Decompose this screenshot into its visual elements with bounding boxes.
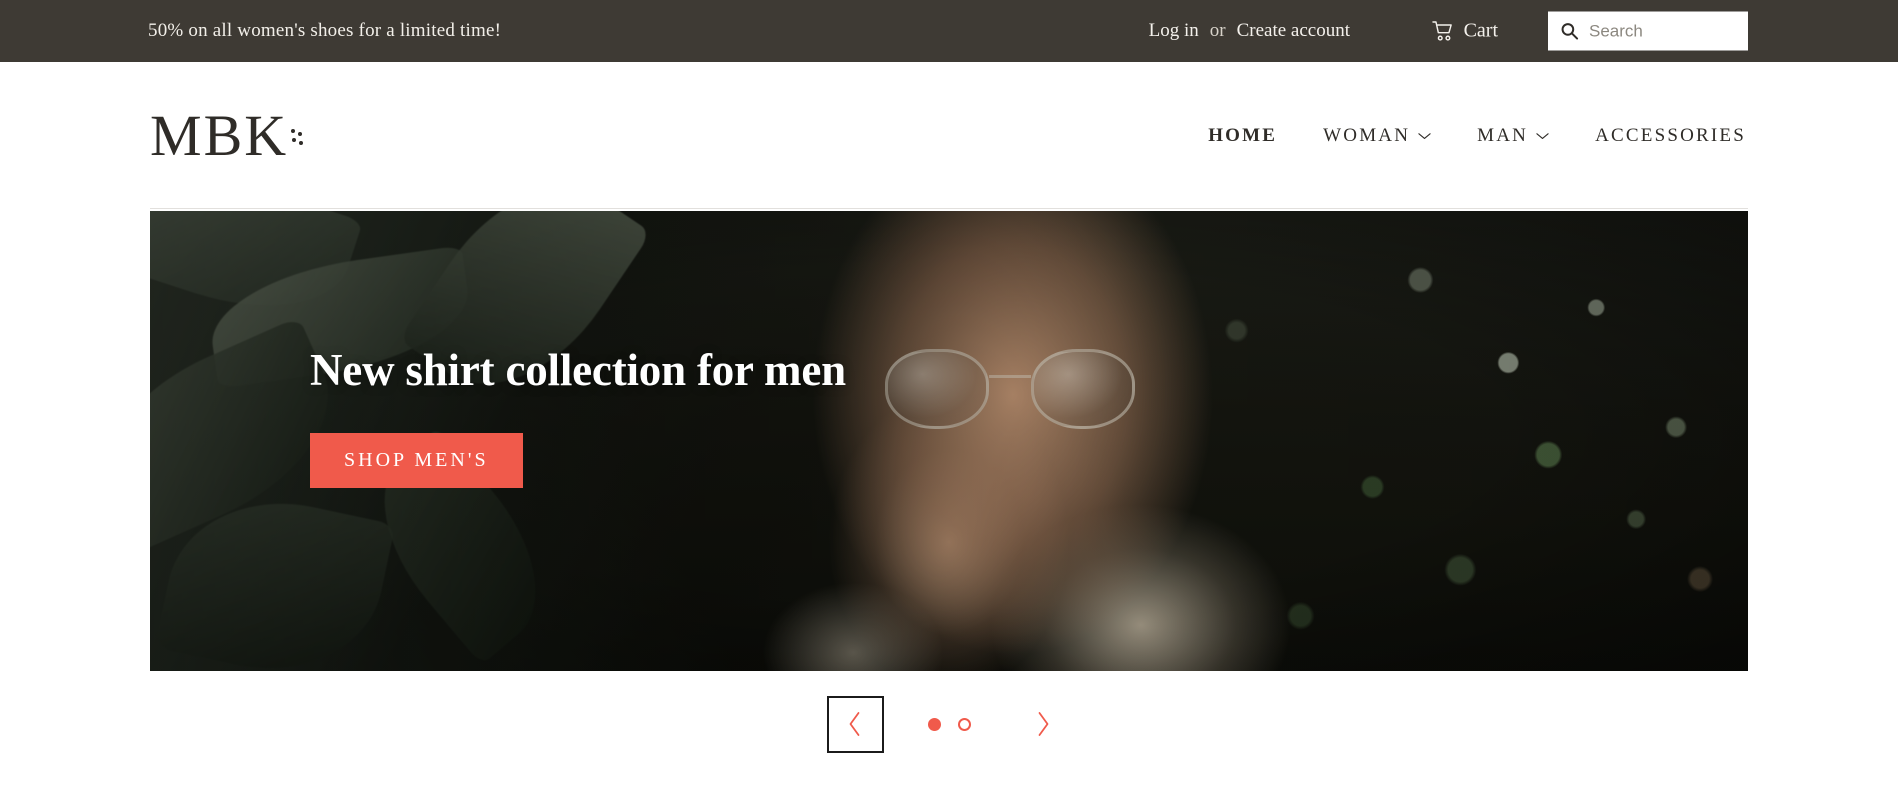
search-input[interactable]: [1589, 11, 1736, 51]
announcement-text: 50% on all women's shoes for a limited t…: [148, 20, 502, 41]
nav-item-label: ACCESSORIES: [1595, 124, 1746, 146]
carousel-prev-button[interactable]: [826, 695, 884, 753]
nav-item-label: HOME: [1208, 124, 1278, 146]
cart-label: Cart: [1463, 19, 1498, 42]
nav-item-label: WOMAN: [1323, 124, 1411, 146]
logo-text: MBK: [150, 102, 289, 168]
chevron-right-icon: [1035, 711, 1051, 737]
shopping-cart-icon: [1431, 21, 1455, 42]
login-link[interactable]: Log in: [1149, 20, 1199, 42]
hero-section: New shirt collection for men SHOP MEN'S: [0, 209, 1898, 771]
cart-link[interactable]: Cart: [1431, 19, 1498, 43]
create-account-link[interactable]: Create account: [1237, 20, 1350, 42]
carousel-dots: [927, 717, 971, 731]
search-icon: [1560, 22, 1579, 41]
chevron-left-icon: [847, 711, 863, 737]
hero-slide[interactable]: New shirt collection for men SHOP MEN'S: [150, 211, 1748, 671]
nav-item-man[interactable]: MAN: [1475, 119, 1551, 153]
search-box[interactable]: [1548, 11, 1748, 51]
chevron-down-icon: [1418, 132, 1431, 140]
carousel-controls: [0, 671, 1898, 771]
hero-content: New shirt collection for men SHOP MEN'S: [310, 345, 846, 489]
or-separator: or: [1209, 20, 1226, 41]
hero-title: New shirt collection for men: [310, 345, 846, 395]
site-header: MBK HOME WOMAN MAN ACCESSORIES: [0, 62, 1898, 209]
main-navigation: HOME WOMAN MAN ACCESSORIES: [1206, 119, 1748, 153]
chevron-down-icon: [1536, 132, 1549, 140]
nav-item-home[interactable]: HOME: [1206, 119, 1279, 153]
carousel-next-button[interactable]: [1015, 696, 1072, 753]
nav-item-woman[interactable]: WOMAN: [1321, 119, 1433, 153]
nav-item-label: MAN: [1477, 124, 1529, 146]
account-links: Log in or Create account: [1149, 20, 1350, 42]
carousel-dot-2[interactable]: [957, 717, 971, 731]
site-logo[interactable]: MBK: [150, 102, 305, 168]
carousel-dot-1[interactable]: [927, 717, 941, 731]
announcement-bar: 50% on all women's shoes for a limited t…: [0, 0, 1898, 62]
shop-mens-button[interactable]: SHOP MEN'S: [310, 433, 523, 489]
logo-dots-icon: [291, 128, 305, 159]
nav-item-accessories[interactable]: ACCESSORIES: [1593, 119, 1748, 153]
